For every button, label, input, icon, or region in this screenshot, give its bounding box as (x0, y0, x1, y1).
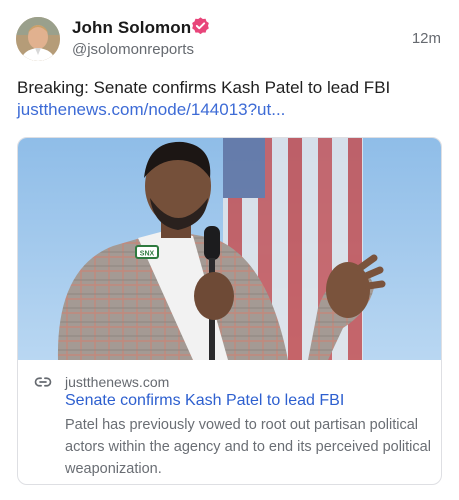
card-domain: justthenews.com (65, 374, 170, 390)
card-image[interactable]: SNX (18, 138, 441, 360)
author-name[interactable]: John Solomon (72, 18, 191, 38)
post[interactable]: John Solomon @jsolomonreports 12m Breaki… (0, 0, 459, 500)
post-link[interactable]: justthenews.com/node/144013?ut... (17, 99, 285, 121)
avatar[interactable] (16, 17, 60, 61)
link-preview-card[interactable]: SNX justthenews.com Senate confirms Kash… (17, 137, 442, 485)
author-handle[interactable]: @jsolomonreports (72, 41, 194, 58)
avatar-image (16, 17, 60, 61)
card-description: Patel has previously vowed to root out p… (65, 417, 431, 477)
link-chain-icon (34, 377, 52, 387)
card-meta[interactable]: justthenews.com Senate confirms Kash Pat… (18, 360, 441, 484)
post-timestamp[interactable]: 12m (412, 30, 441, 47)
post-text: Breaking: Senate confirms Kash Patel to … (17, 78, 391, 97)
verified-badge-icon (192, 17, 209, 35)
card-title[interactable]: Senate confirms Kash Patel to lead FBI (65, 392, 344, 410)
badge-text: SNX (140, 251, 155, 258)
